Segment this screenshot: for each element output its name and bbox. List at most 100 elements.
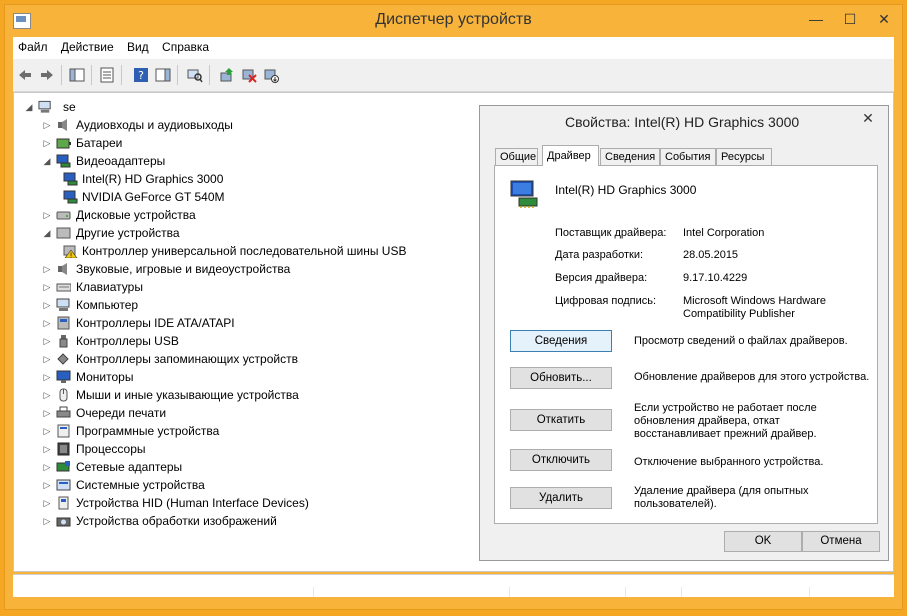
- rollback-desc-line3: восстанавливает прежний драйвер.: [634, 428, 817, 440]
- network-adapter-icon: [56, 461, 70, 472]
- tree-item-label: Видеоадаптеры: [76, 154, 166, 168]
- expand-arrow-icon[interactable]: ▷: [42, 260, 52, 278]
- tab-events[interactable]: События: [660, 148, 716, 165]
- collapse-arrow-icon[interactable]: ◢: [24, 98, 34, 116]
- expand-arrow-icon[interactable]: ▷: [42, 134, 52, 152]
- tab-driver[interactable]: Драйвер: [542, 145, 599, 166]
- tree-item-label: Контроллеры USB: [76, 334, 179, 348]
- battery-icon: [56, 138, 71, 149]
- status-bar: [13, 574, 894, 597]
- uninstall-driver-button[interactable]: Удалить: [510, 487, 612, 509]
- camera-icon: [56, 517, 71, 527]
- expand-arrow-icon[interactable]: ▷: [42, 368, 52, 386]
- toolbar-separator: [177, 65, 178, 85]
- svg-text:!: !: [70, 252, 73, 259]
- expand-arrow-icon[interactable]: ▷: [42, 278, 52, 296]
- version-label: Версия драйвера:: [555, 272, 648, 284]
- uninstall-desc-line2: пользователей).: [634, 498, 717, 510]
- maximize-button[interactable]: ☐: [835, 7, 865, 31]
- processor-icon: [57, 442, 70, 456]
- status-segment: [625, 587, 682, 597]
- enable-device-icon[interactable]: [263, 67, 279, 83]
- tree-item-label: Контроллеры запоминающих устройств: [76, 352, 298, 366]
- expand-arrow-icon[interactable]: ▷: [42, 350, 52, 368]
- ok-button[interactable]: OK: [724, 531, 802, 552]
- tab-general[interactable]: Общие: [495, 148, 538, 165]
- svg-text:?: ?: [138, 69, 144, 82]
- driver-tab-page: Intel(R) HD Graphics 3000 Поставщик драй…: [494, 165, 878, 524]
- tree-item-label: Аудиовходы и аудиовыходы: [76, 118, 233, 132]
- action-pane-icon[interactable]: [155, 67, 171, 83]
- hid-icon: [58, 496, 69, 510]
- expand-arrow-icon[interactable]: ▷: [42, 512, 52, 530]
- tree-item-label: Батареи: [76, 136, 123, 150]
- scan-hardware-icon[interactable]: [187, 67, 203, 83]
- expand-arrow-icon[interactable]: ▷: [42, 116, 52, 134]
- dialog-close-button[interactable]: ✕: [854, 108, 882, 128]
- minimize-button[interactable]: —: [801, 7, 831, 31]
- update-driver-desc: Обновление драйверов для этого устройств…: [634, 371, 870, 383]
- rollback-driver-button[interactable]: Откатить: [510, 409, 612, 431]
- status-segment: [681, 587, 810, 597]
- expand-arrow-icon[interactable]: ▷: [42, 476, 52, 494]
- tree-item-label: Контроллеры IDE ATA/ATAPI: [76, 316, 235, 330]
- update-driver-icon[interactable]: [219, 67, 235, 83]
- system-device-icon: [56, 479, 71, 491]
- tree-item-label: Процессоры: [76, 442, 146, 456]
- properties-icon[interactable]: [99, 67, 115, 83]
- expand-arrow-icon[interactable]: ▷: [42, 440, 52, 458]
- expand-arrow-icon[interactable]: ▷: [42, 206, 52, 224]
- window-title: Диспетчер устройств: [375, 11, 532, 28]
- expand-arrow-icon[interactable]: ▷: [42, 332, 52, 350]
- expand-arrow-icon[interactable]: ▷: [42, 422, 52, 440]
- provider-value: Intel Corporation: [683, 227, 765, 239]
- ide-controller-icon: [57, 316, 70, 330]
- menu-help[interactable]: Справка: [157, 37, 214, 54]
- speaker-icon: [58, 119, 67, 131]
- tree-item-label: Мыши и иные указывающие устройства: [76, 388, 299, 402]
- collapse-arrow-icon[interactable]: ◢: [42, 152, 52, 170]
- driver-details-button[interactable]: Сведения: [510, 330, 612, 352]
- title-bar[interactable]: Диспетчер устройств — ☐ ✕: [5, 5, 902, 37]
- expand-arrow-icon[interactable]: ▷: [42, 404, 52, 422]
- toolbar-separator: [121, 65, 122, 85]
- tree-item-label: Программные устройства: [76, 424, 220, 438]
- computer-icon: [56, 298, 70, 311]
- update-driver-button[interactable]: Обновить...: [510, 367, 612, 389]
- expand-arrow-icon[interactable]: ▷: [42, 458, 52, 476]
- monitor-icon: [56, 370, 71, 383]
- back-icon[interactable]: [17, 67, 33, 83]
- tree-item-label: Устройства HID (Human Interface Devices): [76, 496, 309, 510]
- collapse-arrow-icon[interactable]: ◢: [42, 224, 52, 242]
- menu-view[interactable]: Вид: [122, 37, 154, 54]
- software-device-icon: [57, 424, 70, 438]
- tab-details[interactable]: Сведения: [600, 148, 660, 165]
- status-segment: [509, 587, 626, 597]
- expand-arrow-icon[interactable]: ▷: [42, 314, 52, 332]
- menu-action[interactable]: Действие: [56, 37, 119, 54]
- close-button[interactable]: ✕: [869, 7, 899, 31]
- display-adapter-icon: [63, 190, 78, 204]
- device-manager-window: Диспетчер устройств — ☐ ✕ Файл Действие …: [4, 4, 903, 610]
- menu-file[interactable]: Файл: [13, 37, 53, 54]
- signature-value-line2: Compatibility Publisher: [683, 308, 795, 320]
- menu-bar: Файл Действие Вид Справка: [13, 37, 894, 59]
- expand-arrow-icon[interactable]: ▷: [42, 386, 52, 404]
- cancel-button[interactable]: Отмена: [802, 531, 880, 552]
- device-name: Intel(R) HD Graphics 3000: [555, 183, 697, 197]
- expand-arrow-icon[interactable]: ▷: [42, 494, 52, 512]
- disable-device-button[interactable]: Отключить: [510, 449, 612, 471]
- usb-icon: [59, 335, 68, 348]
- signature-label: Цифровая подпись:: [555, 295, 657, 307]
- tab-resources[interactable]: Ресурсы: [716, 148, 772, 165]
- help-icon[interactable]: ?: [133, 67, 149, 83]
- tree-item-label: Звуковые, игровые и видеоустройства: [76, 262, 291, 276]
- toolbar-separator: [209, 65, 210, 85]
- tree-item-label: Intel(R) HD Graphics 3000: [82, 172, 224, 186]
- uninstall-device-icon[interactable]: [241, 67, 257, 83]
- show-hide-console-tree-icon[interactable]: [69, 67, 85, 83]
- expand-arrow-icon[interactable]: ▷: [42, 296, 52, 314]
- uninstall-desc-line1: Удаление драйвера (для опытных: [634, 485, 809, 497]
- unknown-device-icon: [56, 227, 71, 239]
- forward-icon[interactable]: [39, 67, 55, 83]
